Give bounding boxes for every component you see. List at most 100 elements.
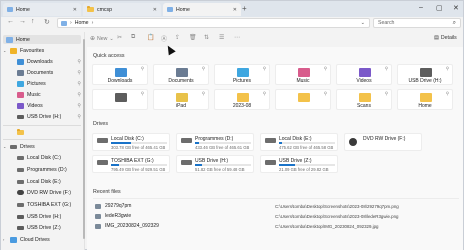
recent-file-path: C:\Users\tomba\Desktop\Screenshots\2023-… bbox=[275, 213, 399, 219]
close-icon[interactable]: ✕ bbox=[73, 7, 77, 13]
sidebar-item-music[interactable]: Music ⚲ bbox=[17, 90, 81, 99]
sidebar-item-drive-z[interactable]: USB Drive (Z:) bbox=[17, 223, 81, 232]
recent-file-name: ledeR3gwie bbox=[105, 213, 132, 219]
quick-access-item[interactable]: ⚲ bbox=[275, 89, 331, 110]
quick-access-item[interactable]: ⚲ bbox=[92, 89, 148, 110]
new-tab-button[interactable]: + bbox=[242, 4, 247, 13]
sidebar-item-drive-c[interactable]: Local Disk (C:) bbox=[17, 153, 81, 162]
quick-access-item[interactable]: ⚲ Downloads bbox=[92, 64, 148, 85]
quick-access-item[interactable]: ⚲ iPad bbox=[153, 89, 209, 110]
sidebar-item-label: Home bbox=[16, 36, 30, 43]
quick-access-item[interactable]: ⚲ Music bbox=[275, 64, 331, 85]
folder-icon bbox=[298, 93, 310, 102]
delete-icon[interactable]: 🗑 bbox=[189, 34, 197, 41]
tab-strip: Home ✕ cmcsp ✕ Home ✕ + – ▢ ✕ bbox=[1, 1, 463, 17]
folder-icon bbox=[176, 68, 188, 77]
drive-icon bbox=[265, 138, 276, 143]
drive-card[interactable]: Programmes (D:) 433.46 GB free of 465.61 … bbox=[176, 133, 254, 151]
sidebar-item-drive-g[interactable]: TOSHIBA EXT (G:) bbox=[17, 200, 81, 209]
chevron-down-icon[interactable]: ⌄ bbox=[3, 144, 7, 149]
pin-icon: ⚲ bbox=[77, 58, 81, 65]
chevron-right-icon[interactable]: › bbox=[3, 237, 7, 242]
sidebar-scrollbar[interactable] bbox=[83, 39, 85, 239]
quick-access-item[interactable]: ⚲ Documents bbox=[153, 64, 209, 85]
sidebar-item-drive-e[interactable]: Local Disk (E:) bbox=[17, 177, 81, 186]
chevron-right-icon: › bbox=[70, 20, 72, 26]
share-icon[interactable]: ⇪ bbox=[175, 34, 180, 41]
view-icon[interactable]: ☰ bbox=[219, 34, 224, 41]
sidebar-item-folder[interactable] bbox=[17, 128, 81, 137]
address-bar[interactable]: › Home › ⌄ bbox=[57, 18, 370, 28]
picture-icon bbox=[17, 80, 24, 87]
usage-bar bbox=[111, 164, 167, 166]
sidebar-item-downloads[interactable]: Downloads ⚲ bbox=[17, 57, 81, 66]
details-button[interactable]: ▤ Details bbox=[434, 35, 457, 41]
sidebar-item-drive-f[interactable]: DVD RW Drive (F:) bbox=[17, 188, 81, 197]
sort-icon[interactable]: ⇅ bbox=[204, 34, 209, 41]
copy-icon[interactable]: ⧉ bbox=[131, 34, 135, 41]
sidebar-item-pictures[interactable]: Pictures ⚲ bbox=[17, 79, 81, 88]
chevron-down-icon[interactable]: ⌄ bbox=[361, 20, 365, 26]
sidebar-item-label: USB Drive (H:) bbox=[27, 113, 62, 120]
sidebar-item-favourites[interactable]: ⌄ Favourites bbox=[3, 46, 81, 55]
drive-card[interactable]: TOSHIBA EXT (G:) 795.49 GB free of 929.51… bbox=[92, 155, 170, 173]
tab-home-active[interactable]: Home ✕ bbox=[163, 3, 241, 16]
quick-access-item[interactable]: ⚲ Pictures bbox=[214, 64, 270, 85]
new-button[interactable]: ⊕ New ⌄ bbox=[90, 35, 114, 43]
search-input[interactable]: Search ⌕ bbox=[373, 18, 461, 28]
pin-icon: ⚲ bbox=[384, 91, 388, 96]
sidebar-item-drives[interactable]: ⌄ Drives bbox=[3, 142, 81, 151]
sidebar-item-drive-h[interactable]: USB Drive (H:) bbox=[17, 212, 81, 221]
close-icon[interactable]: ✕ bbox=[233, 7, 237, 13]
tab-label: cmcsp bbox=[97, 6, 112, 13]
quick-access-item[interactable]: ⚲ USB Drive (H:) bbox=[397, 64, 453, 85]
drive-card[interactable]: Local Disk (E:) 475.62 GB free of 465.58 … bbox=[260, 133, 338, 151]
sidebar-item-cloud[interactable]: › Cloud Drives bbox=[3, 235, 81, 244]
breadcrumb[interactable]: Home bbox=[75, 20, 89, 26]
sidebar-item-usb-h[interactable]: USB Drive (H:) ⚲ bbox=[17, 112, 81, 121]
drive-card[interactable]: DVD RW Drive (F:) bbox=[344, 133, 422, 151]
sidebar-item-documents[interactable]: Documents ⚲ bbox=[17, 68, 81, 77]
close-icon[interactable]: ✕ bbox=[153, 7, 157, 13]
tab-home-1[interactable]: Home ✕ bbox=[3, 3, 81, 16]
drive-free-space: 303.78 GB free of 465.41 GB bbox=[111, 145, 166, 150]
music-icon bbox=[17, 91, 24, 98]
sidebar-item-label: Downloads bbox=[27, 58, 53, 65]
minimize-button[interactable]: – bbox=[419, 4, 423, 11]
sidebar-item-label: Programmes (D:) bbox=[27, 166, 67, 173]
quick-access-label: USB Drive (H:) bbox=[408, 78, 442, 84]
pin-icon: ⚲ bbox=[445, 91, 449, 96]
sidebar-item-drive-d[interactable]: Programmes (D:) bbox=[17, 165, 81, 174]
quick-access-item[interactable]: ⚲ Videos bbox=[336, 64, 392, 85]
sidebar-item-home[interactable]: Home bbox=[3, 35, 81, 44]
recent-file-row[interactable]: ledeR3gwie C:\Users\tomba\Desktop\Screens… bbox=[95, 212, 455, 220]
close-window-button[interactable]: ✕ bbox=[453, 4, 459, 12]
usage-bar-fill bbox=[279, 142, 282, 144]
drive-card[interactable]: USB Drive (H:) 51.82 GB free of 59.48 GB bbox=[176, 155, 254, 173]
quick-access-item[interactable]: ⚲ Home bbox=[397, 89, 453, 110]
back-button[interactable]: ← bbox=[7, 18, 14, 25]
more-options-icon[interactable]: ⋯ bbox=[234, 34, 240, 41]
pin-icon: ⚲ bbox=[262, 66, 266, 71]
sidebar-item-videos[interactable]: Videos ⚲ bbox=[17, 101, 81, 110]
maximize-button[interactable]: ▢ bbox=[436, 4, 443, 12]
paste-icon[interactable]: 📋 bbox=[147, 34, 154, 41]
folder-icon bbox=[420, 68, 432, 77]
drive-card[interactable]: USB Drive (Z:) 21.09 GB free of 29.82 GB bbox=[260, 155, 338, 173]
rename-icon[interactable]: Ⓐ bbox=[161, 34, 167, 43]
recent-file-row[interactable]: IMG_20230824_092329 C:\Users\tomba\Deskto… bbox=[95, 222, 455, 230]
sidebar-item-label: Documents bbox=[27, 69, 54, 76]
chevron-down-icon[interactable]: ⌄ bbox=[3, 48, 7, 53]
tab-cmcsp[interactable]: cmcsp ✕ bbox=[83, 3, 161, 16]
quick-access-item[interactable]: ⚲ Scans bbox=[336, 89, 392, 110]
drive-free-space: 433.46 GB free of 465.61 GB bbox=[195, 145, 250, 150]
drive-card[interactable]: Local Disk (C:) 303.78 GB free of 465.41 … bbox=[92, 133, 170, 151]
refresh-button[interactable]: ↻ bbox=[44, 18, 50, 26]
sidebar-item-label: Local Disk (C:) bbox=[27, 154, 62, 161]
navigation-pane: Home ⌄ Favourites Downloads ⚲ Documents … bbox=[1, 32, 85, 250]
recent-file-row[interactable]: 29279q7pm C:\Users\tomba\Desktop\Screensh… bbox=[95, 202, 455, 210]
up-button[interactable]: ↑ bbox=[31, 18, 35, 25]
cut-icon[interactable]: ✂ bbox=[117, 34, 122, 41]
quick-access-item[interactable]: ⚲ 2023-08 bbox=[214, 89, 270, 110]
forward-button[interactable]: → bbox=[19, 18, 26, 25]
